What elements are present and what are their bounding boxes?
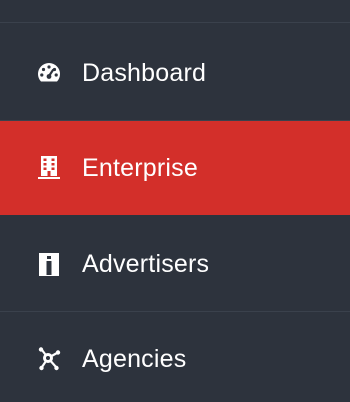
network-icon bbox=[35, 345, 63, 373]
sidebar-item-label: Enterprise bbox=[82, 153, 198, 182]
sidebar-item-enterprise[interactable]: Enterprise bbox=[0, 121, 350, 215]
divider bbox=[0, 22, 350, 23]
sidebar-item-advertisers[interactable]: Advertisers bbox=[0, 217, 350, 311]
sidebar-item-label: Advertisers bbox=[82, 249, 210, 278]
building-icon bbox=[35, 154, 63, 182]
sidebar-nav: Dashboard Enterprise Advertisers Agencie… bbox=[0, 0, 350, 402]
speedometer-icon bbox=[35, 59, 63, 87]
sidebar-item-agencies[interactable]: Agencies bbox=[0, 312, 350, 402]
sidebar-item-dashboard[interactable]: Dashboard bbox=[0, 26, 350, 120]
id-badge-icon bbox=[35, 250, 63, 278]
sidebar-item-label: Dashboard bbox=[82, 58, 207, 87]
sidebar-item-label: Agencies bbox=[82, 344, 187, 373]
